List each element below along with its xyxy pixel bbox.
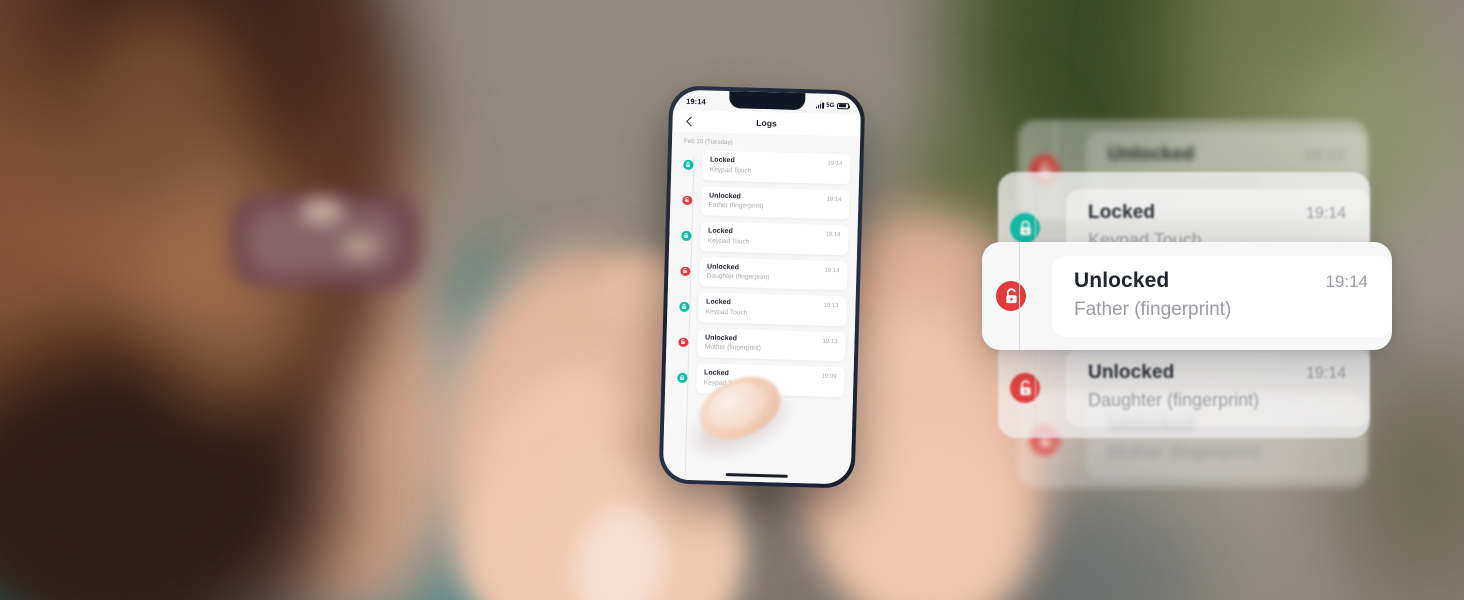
callout-card-focused[interactable]: Unlocked 19:14 Father (fingerprint) <box>982 242 1392 350</box>
callout-time: 19:14 <box>1305 365 1346 382</box>
callout-source: Father (fingerprint) <box>1074 298 1232 320</box>
callout-time: 19:14 <box>1305 205 1346 222</box>
callout-state: Unlocked <box>1074 268 1170 292</box>
callout-card-daughter: Unlocked 19:14 Daughter (fingerprint) <box>998 338 1370 438</box>
callout-state: Locked <box>1088 202 1156 223</box>
callout-state: Unlocked <box>1108 144 1195 165</box>
callout-card-body: Unlocked 19:14 Daughter (fingerprint) <box>1066 349 1370 427</box>
callout-card-body: Unlocked 19:14 Father (fingerprint) <box>1052 255 1392 337</box>
callout-source: Mother (fingerprint) <box>1108 442 1262 462</box>
timeline-rail <box>1019 242 1021 350</box>
callout-source: Daughter (fingerprint) <box>1088 390 1260 410</box>
lock-open-icon <box>996 281 1026 311</box>
timeline-rail <box>1035 338 1037 438</box>
callout-time: 19:14 <box>1325 271 1368 291</box>
callout-time: 19:13 <box>1303 147 1344 164</box>
magnified-callout-stack: Unlocked 19:13 Mother (fingerprint) Lock… <box>0 0 1464 600</box>
callout-state: Unlocked <box>1088 362 1175 383</box>
